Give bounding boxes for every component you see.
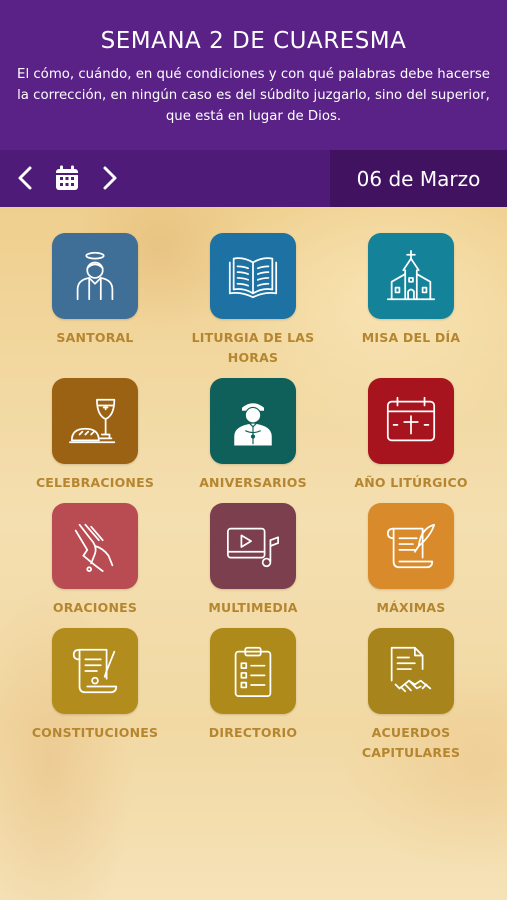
liturgia-tile[interactable] bbox=[210, 233, 296, 319]
menu-item-constituciones[interactable]: CONSTITUCIONES bbox=[20, 628, 170, 743]
church-icon bbox=[386, 249, 436, 301]
daily-maxim: El cómo, cuándo, en qué condiciones y co… bbox=[17, 67, 490, 124]
menu-label: ANIVERSARIOS bbox=[199, 475, 307, 490]
menu-label: DIRECTORIO bbox=[208, 725, 298, 740]
header: SEMANA 2 DE CUARESMA El cómo, cuándo, en… bbox=[0, 0, 507, 150]
constituciones-tile[interactable] bbox=[52, 628, 138, 714]
menu-item-oraciones[interactable]: ORACIONES bbox=[20, 503, 170, 618]
next-day-button[interactable] bbox=[96, 164, 124, 192]
menu-label: MISA DEL DÍA bbox=[361, 330, 461, 345]
menu-label: SANTORAL bbox=[56, 330, 134, 345]
menu-item-liturgia-de-las-horas[interactable]: LITURGIA DE LAS HORAS bbox=[178, 233, 328, 368]
menu-label: ACUERDOS CAPITULARES bbox=[361, 725, 461, 760]
scroll-quill-icon bbox=[386, 523, 436, 569]
multimedia-icon bbox=[226, 527, 280, 568]
santoral-tile[interactable] bbox=[52, 233, 138, 319]
page-title: SEMANA 2 DE CUARESMA bbox=[100, 28, 407, 54]
maximas-tile[interactable] bbox=[368, 503, 454, 589]
menu-item-maximas[interactable]: MÁXIMAS bbox=[336, 503, 486, 618]
menu-item-aniversarios[interactable]: ANIVERSARIOS bbox=[178, 378, 328, 493]
date-navigation-bar: 06 de Marzo bbox=[0, 150, 507, 207]
aniversarios-tile[interactable] bbox=[210, 378, 296, 464]
calendar-icon bbox=[56, 165, 78, 190]
current-date[interactable]: 06 de Marzo bbox=[330, 150, 507, 207]
calendar-button[interactable] bbox=[53, 164, 81, 192]
previous-day-button[interactable] bbox=[11, 164, 39, 192]
celebraciones-tile[interactable] bbox=[52, 378, 138, 464]
menu-label: LITURGIA DE LAS HORAS bbox=[191, 330, 315, 365]
menu-label: CELEBRACIONES bbox=[35, 475, 155, 490]
oraciones-tile[interactable] bbox=[52, 503, 138, 589]
menu-item-directorio[interactable]: DIRECTORIO bbox=[178, 628, 328, 743]
scroll-document-icon bbox=[72, 648, 118, 694]
menu-item-multimedia[interactable]: MULTIMEDIA bbox=[178, 503, 328, 618]
liturgical-calendar-icon bbox=[386, 396, 436, 442]
chevron-left-icon bbox=[18, 166, 32, 190]
acuerdos-tile[interactable] bbox=[368, 628, 454, 714]
open-book-icon bbox=[228, 257, 278, 299]
agreement-handshake-icon bbox=[390, 646, 432, 693]
directorio-tile[interactable] bbox=[210, 628, 296, 714]
multimedia-tile[interactable] bbox=[210, 503, 296, 589]
clipboard-list-icon bbox=[234, 646, 272, 698]
menu-item-ano-liturgico[interactable]: AÑO LITÚRGICO bbox=[336, 378, 486, 493]
chevron-right-icon bbox=[103, 166, 117, 190]
bread-chalice-icon bbox=[68, 398, 116, 444]
menu-item-santoral[interactable]: SANTORAL bbox=[20, 233, 170, 348]
misa-tile[interactable] bbox=[368, 233, 454, 319]
priest-icon bbox=[233, 402, 273, 447]
praying-hands-icon bbox=[74, 523, 114, 573]
menu-item-misa-del-dia[interactable]: MISA DEL DÍA bbox=[336, 233, 486, 348]
menu-item-acuerdos-capitulares[interactable]: ACUERDOS CAPITULARES bbox=[336, 628, 486, 763]
menu-label: MÁXIMAS bbox=[376, 600, 446, 615]
menu-label: ORACIONES bbox=[52, 600, 138, 615]
ano-liturgico-tile[interactable] bbox=[368, 378, 454, 464]
menu-label: AÑO LITÚRGICO bbox=[354, 475, 468, 490]
menu-label: CONSTITUCIONES bbox=[31, 725, 159, 740]
saint-icon bbox=[76, 251, 114, 301]
menu-label: MULTIMEDIA bbox=[208, 600, 298, 615]
menu-item-celebraciones[interactable]: CELEBRACIONES bbox=[20, 378, 170, 493]
